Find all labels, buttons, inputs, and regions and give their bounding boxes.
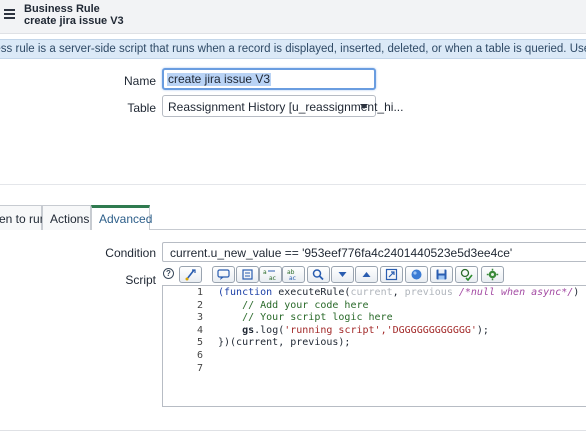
code-line: gs.log('running script','DGGGGGGGGGGGG')… (242, 325, 489, 336)
script-label: Script (125, 273, 156, 287)
footer-divider (0, 430, 586, 431)
condition-input-value: current.u_new_value == '953eef776fa4c240… (170, 246, 513, 260)
svg-text:ac: ac (289, 275, 296, 281)
record-title: create jira issue V3 (24, 15, 124, 27)
info-banner: ness rule is a server-side script that r… (0, 39, 586, 59)
help-globe-icon[interactable] (405, 266, 428, 283)
replace-all-multi-icon[interactable]: ab ac (282, 266, 305, 283)
svg-text:a: a (263, 269, 267, 276)
search-icon[interactable] (307, 266, 330, 283)
format-icon[interactable] (179, 266, 202, 283)
find-prev-icon[interactable] (355, 266, 378, 283)
settings-gear-icon[interactable] (481, 266, 504, 283)
table-select[interactable]: Reassignment History [u_reassignment_hi.… (162, 95, 403, 117)
code-line: // Add your code here (218, 300, 369, 311)
table-label: Table (127, 101, 156, 115)
replace-all-icon[interactable]: a ac (259, 266, 282, 283)
script-editor[interactable]: 1 2 3 4 5 6 7 (function executeRule(curr… (162, 285, 586, 407)
svg-text:ac: ac (269, 275, 276, 281)
find-next-icon[interactable] (331, 266, 354, 283)
line-number: 3 (196, 312, 203, 323)
syntax-check-icon[interactable] (455, 266, 478, 283)
code-line: })(current, previous); (218, 337, 351, 348)
chevron-down-icon (360, 104, 368, 109)
tab-actions[interactable]: Actions (42, 205, 91, 230)
table-select-value: Reassignment History [u_reassignment_hi.… (168, 100, 404, 114)
tab-bar-underline (149, 229, 586, 230)
replace-icon[interactable] (236, 266, 259, 283)
line-number: 2 (196, 300, 203, 311)
section-divider (0, 184, 586, 185)
help-icon[interactable]: ? (163, 268, 174, 279)
code-line: // Your script logic here (218, 312, 393, 323)
form-header: Business Rule create jira issue V3 (0, 0, 586, 34)
save-icon[interactable] (430, 266, 453, 283)
hamburger-menu-icon[interactable] (4, 9, 15, 19)
condition-input[interactable]: current.u_new_value == '953eef776fa4c240… (162, 242, 586, 262)
tab-bar: en to run Actions Advanced (0, 205, 586, 230)
name-input[interactable]: create jira issue V3 (162, 68, 376, 90)
tab-advanced[interactable]: Advanced (91, 205, 152, 230)
tab-when-to-run[interactable]: en to run (0, 205, 46, 230)
record-type-label: Business Rule (24, 3, 100, 15)
line-number: 6 (196, 350, 203, 361)
name-label: Name (123, 74, 156, 88)
code-line: (function executeRule(current, previous … (218, 287, 586, 298)
info-banner-text: ness rule is a server-side script that r… (0, 43, 586, 55)
fullscreen-icon[interactable] (380, 266, 403, 283)
line-number: 5 (196, 337, 203, 348)
comment-icon[interactable] (212, 266, 235, 283)
line-number-gutter: 1 2 3 4 5 6 7 (163, 286, 209, 406)
line-number: 4 (196, 325, 203, 336)
line-number: 7 (196, 363, 203, 374)
line-number: 1 (196, 287, 203, 298)
condition-label: Condition (105, 246, 156, 260)
name-input-value: create jira issue V3 (167, 72, 272, 86)
